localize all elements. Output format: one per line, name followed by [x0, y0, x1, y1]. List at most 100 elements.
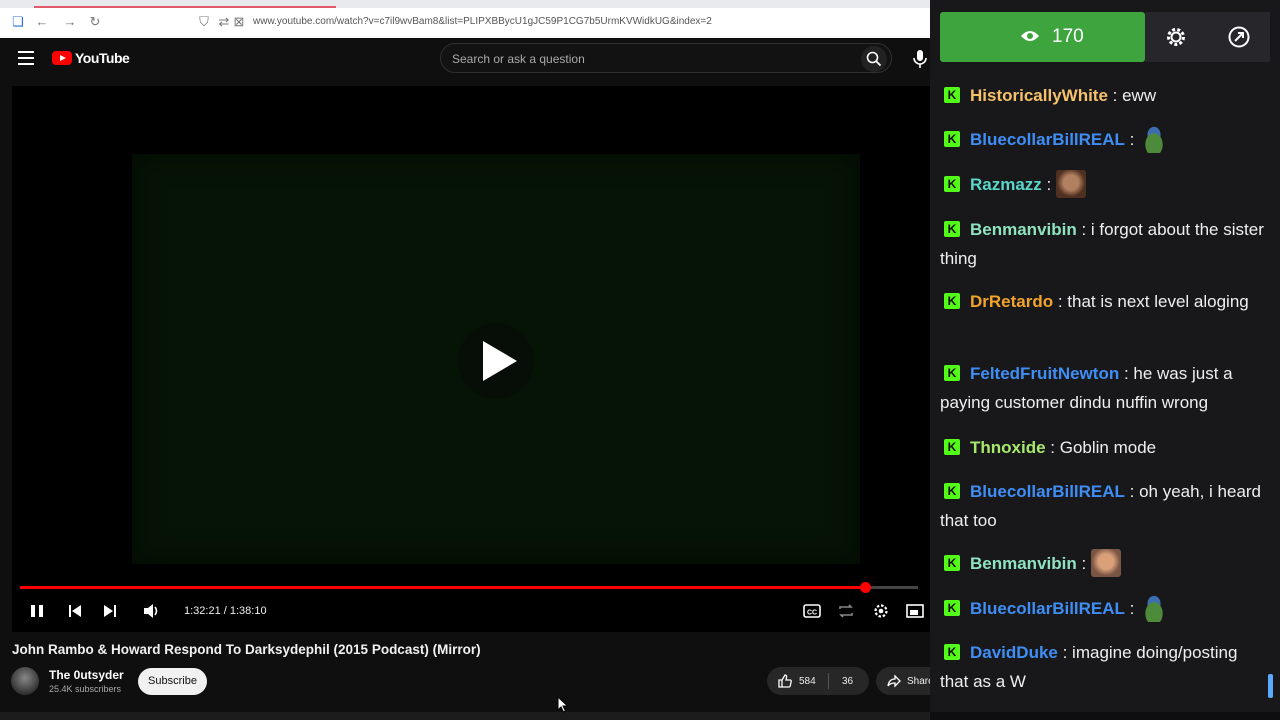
settings-button[interactable]	[870, 600, 892, 622]
shield-icon[interactable]: ⛉	[196, 14, 212, 30]
chat-username[interactable]: Benmanvibin	[970, 220, 1077, 239]
chat-username[interactable]: FeltedFruitNewton	[970, 364, 1119, 383]
chat-message: K Thnoxide : Goblin mode	[940, 433, 1265, 462]
chat-colon: :	[1124, 599, 1140, 618]
chat-message: K BluecollarBillREAL : oh yeah, i heard t…	[940, 477, 1265, 535]
kick-badge-icon: K	[944, 483, 960, 499]
subscribe-button[interactable]: Subscribe	[138, 668, 207, 695]
progress-bar-played	[20, 586, 865, 589]
kick-badge-icon: K	[944, 365, 960, 381]
tracking-blocked-icon[interactable]: ⊠	[231, 14, 247, 30]
chat-message: K Benmanvibin :	[940, 549, 1265, 578]
share-label: Share	[907, 676, 930, 687]
chat-scrollbar[interactable]	[1268, 674, 1273, 698]
loop-button[interactable]	[835, 600, 857, 622]
chat-colon: :	[1076, 554, 1091, 573]
chat-colon: :	[1124, 130, 1140, 149]
video-player[interactable]: 1:32:21 / 1:38:10 CC	[12, 86, 930, 632]
pause-button[interactable]	[26, 600, 48, 622]
page-bottom-edge	[0, 712, 930, 720]
eye-icon	[1021, 31, 1039, 41]
captions-icon: CC	[803, 604, 821, 618]
chat-username[interactable]: DavidDuke	[970, 643, 1058, 662]
menu-icon[interactable]	[18, 51, 34, 65]
search-button[interactable]	[861, 46, 887, 72]
subscriber-count: 25.4K subscribers	[49, 684, 122, 694]
frog-emote-icon	[1139, 125, 1170, 153]
next-button[interactable]	[99, 600, 121, 622]
permissions-icon[interactable]: ⇄	[216, 14, 232, 30]
chat-username[interactable]: Benmanvibin	[970, 554, 1077, 573]
chat-text: eww	[1122, 86, 1157, 105]
volume-icon	[144, 604, 158, 618]
captions-button[interactable]: CC	[801, 600, 823, 622]
voice-search-button[interactable]	[912, 49, 928, 74]
tab-actions-icon[interactable]: ❏	[10, 14, 26, 30]
like-separator	[828, 673, 829, 689]
youtube-logo[interactable]: YouTube	[52, 50, 130, 66]
chat-settings-button[interactable]	[1145, 12, 1207, 62]
search-box[interactable]: Search or ask a question	[440, 43, 892, 73]
chat-text: that is next level aloging	[1067, 292, 1249, 311]
svg-text:CC: CC	[807, 610, 817, 617]
chat-username[interactable]: DrRetardo	[970, 292, 1053, 311]
chat-username[interactable]: BluecollarBillREAL	[970, 599, 1125, 618]
chat-colon: :	[1119, 364, 1134, 383]
youtube-logo-text: YouTube	[75, 50, 130, 66]
search-icon	[866, 51, 882, 67]
back-icon[interactable]: ←	[34, 14, 50, 30]
chat-message: K DrRetardo : that is next level aloging	[940, 287, 1265, 316]
chat-text: Goblin mode	[1059, 438, 1157, 457]
microphone-icon	[913, 50, 927, 68]
browser-address-bar: ❏ ← → ↻ ⛉ ⇄ ⊠ www.youtube.com/watch?v=c7…	[0, 0, 930, 38]
chat-username[interactable]: BluecollarBillREAL	[970, 482, 1125, 501]
frog-emote-icon	[1139, 594, 1170, 622]
viewer-count: 170	[1052, 26, 1084, 47]
chat-message: K HistoricallyWhite : eww	[940, 81, 1265, 110]
miniplayer-button[interactable]	[904, 600, 926, 622]
chat-message: K Benmanvibin : i forgot about the sister…	[940, 215, 1265, 273]
channel-name[interactable]: The 0utsyder	[49, 668, 124, 682]
like-count[interactable]: 584	[799, 676, 816, 687]
search-input[interactable]: Search or ask a question	[452, 52, 585, 66]
url-text[interactable]: www.youtube.com/watch?v=c7il9wvBam8&list…	[253, 16, 712, 27]
kick-badge-icon: K	[944, 87, 960, 103]
share-button[interactable]: Share	[876, 667, 930, 695]
progress-bar[interactable]	[20, 582, 918, 593]
next-icon	[104, 605, 116, 617]
volume-button[interactable]	[141, 600, 163, 622]
kick-badge-icon: K	[944, 644, 960, 660]
mouse-cursor-icon	[557, 696, 569, 713]
chat-message: K DavidDuke : imagine doing/posting that …	[940, 638, 1265, 696]
kick-badge-icon: K	[944, 176, 960, 192]
time-display: 1:32:21 / 1:38:10	[184, 605, 267, 617]
face2-emote-icon	[1090, 549, 1121, 577]
loop-icon	[839, 604, 853, 618]
chat-colon: :	[1045, 438, 1060, 457]
play-overlay-icon[interactable]	[458, 323, 534, 399]
kick-badge-icon: K	[944, 600, 960, 616]
chat-colon: :	[1076, 220, 1091, 239]
kick-badge-icon: K	[944, 555, 960, 571]
progress-bar-handle[interactable]	[859, 582, 871, 593]
chat-username[interactable]: Razmazz	[970, 175, 1042, 194]
like-dislike-group: 584 36	[767, 667, 869, 695]
settings-gear-icon	[874, 604, 888, 618]
chat-username[interactable]: BluecollarBillREAL	[970, 130, 1125, 149]
chat-username[interactable]: HistoricallyWhite	[970, 86, 1108, 105]
reload-icon[interactable]: ↻	[87, 14, 103, 30]
previous-button[interactable]	[64, 600, 86, 622]
miniplayer-icon	[906, 604, 924, 618]
viewer-count-button[interactable]: 170	[940, 12, 1145, 62]
chat-username[interactable]: Thnoxide	[970, 438, 1046, 457]
chat-colon: :	[1107, 86, 1123, 105]
chat-popout-button[interactable]	[1207, 12, 1270, 62]
gear-icon	[1167, 28, 1185, 46]
forward-icon[interactable]: →	[62, 14, 78, 30]
channel-avatar[interactable]	[11, 667, 39, 695]
dislike-count[interactable]: 36	[842, 676, 853, 687]
like-icon[interactable]	[777, 673, 793, 689]
chat-colon: :	[1057, 643, 1073, 662]
chat-panel: 170 K HistoricallyWhite : eww K BluecollarB…	[930, 0, 1280, 720]
chat-colon: :	[1124, 482, 1140, 501]
